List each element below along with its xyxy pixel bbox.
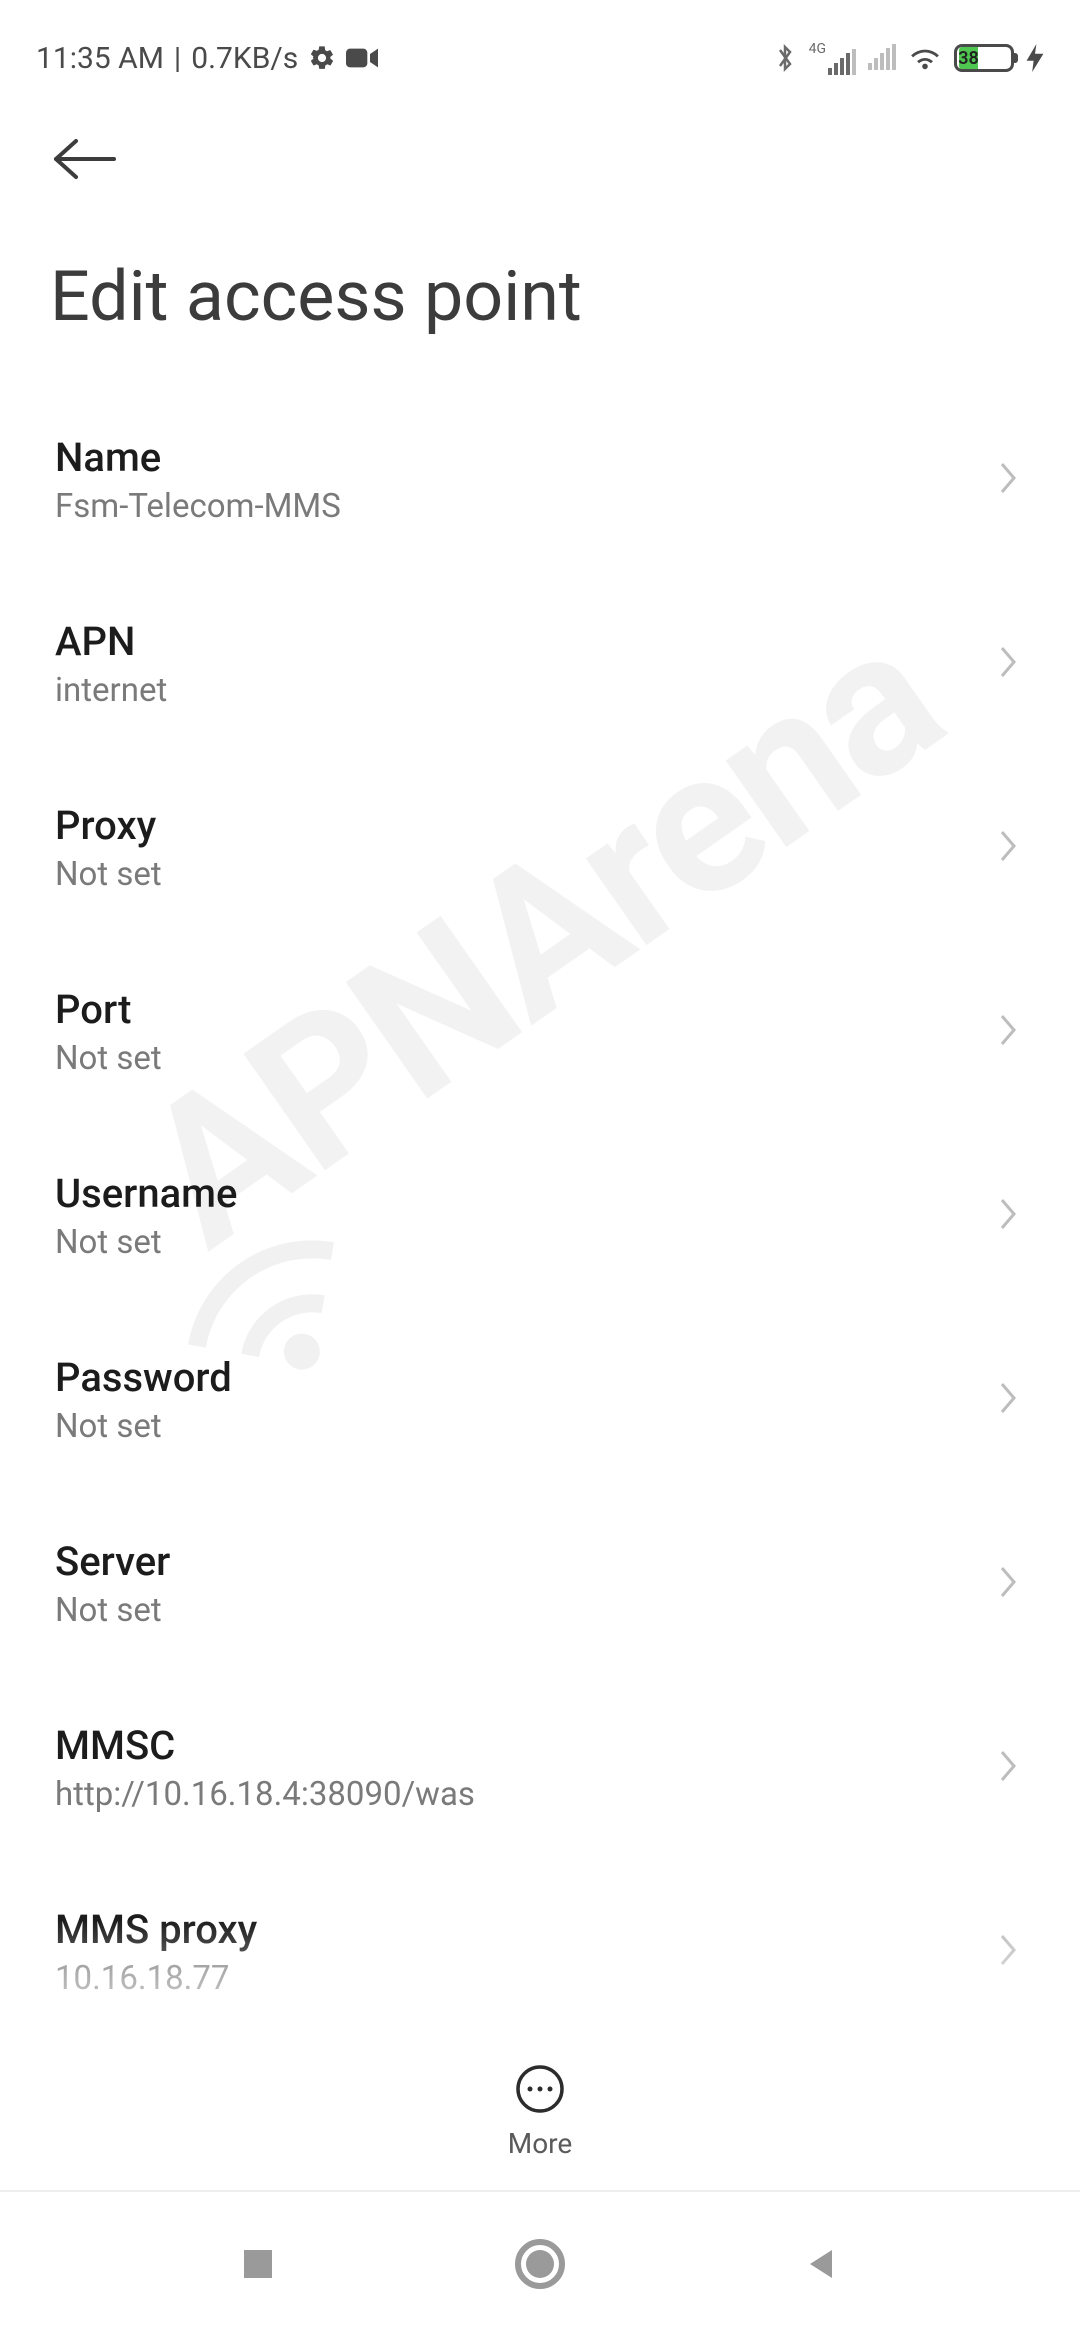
apn-settings-list: Name Fsm-Telecom-MMS APN internet Proxy … — [0, 348, 1080, 2044]
row-label: Username — [55, 1170, 237, 1217]
row-label: Port — [55, 986, 162, 1033]
chevron-right-icon — [996, 1930, 1020, 1974]
chevron-right-icon — [996, 1562, 1020, 1606]
nav-recent-apps-button[interactable] — [238, 2244, 278, 2288]
wifi-icon — [908, 44, 942, 72]
cellular-signal-2-icon — [868, 46, 896, 70]
header — [0, 96, 1080, 186]
chevron-right-icon — [996, 1010, 1020, 1054]
triangle-left-icon — [802, 2244, 842, 2284]
square-icon — [238, 2244, 278, 2284]
status-data-rate: 0.7KB/s — [191, 41, 298, 76]
row-value: Not set — [55, 1407, 232, 1446]
battery-icon: 38 — [954, 44, 1014, 72]
apn-field-apn[interactable]: APN internet — [0, 572, 1080, 756]
row-label: Server — [55, 1538, 170, 1585]
row-value: internet — [55, 671, 167, 710]
apn-field-proxy[interactable]: Proxy Not set — [0, 756, 1080, 940]
apn-field-username[interactable]: Username Not set — [0, 1124, 1080, 1308]
circle-icon — [514, 2238, 566, 2290]
row-value: Not set — [55, 1039, 162, 1078]
apn-field-server[interactable]: Server Not set — [0, 1492, 1080, 1676]
chevron-right-icon — [996, 1378, 1020, 1422]
apn-field-mms-proxy[interactable]: MMS proxy 10.16.18.77 — [0, 1860, 1080, 2044]
apn-field-password[interactable]: Password Not set — [0, 1308, 1080, 1492]
arrow-left-icon — [50, 136, 120, 182]
row-value: 10.16.18.77 — [55, 1959, 257, 1998]
status-divider: | — [174, 41, 181, 76]
status-bar-right: 4G 38 — [773, 41, 1044, 75]
chevron-right-icon — [996, 458, 1020, 502]
more-button[interactable]: More — [0, 2063, 1080, 2160]
back-button[interactable] — [50, 136, 1030, 186]
row-label: MMSC — [55, 1722, 475, 1769]
status-bar-left: 11:35 AM | 0.7KB/s — [36, 41, 378, 76]
row-value: Not set — [55, 855, 162, 894]
apn-field-mmsc[interactable]: MMSC http://10.16.18.4:38090/was — [0, 1676, 1080, 1860]
navigation-bar — [0, 2190, 1080, 2340]
chevron-right-icon — [996, 1746, 1020, 1790]
row-value: Not set — [55, 1223, 237, 1262]
row-label: Name — [55, 434, 341, 481]
cellular-signal-1-icon: 4G — [809, 41, 856, 75]
nav-home-button[interactable] — [514, 2238, 566, 2294]
settings-icon — [308, 44, 336, 72]
chevron-right-icon — [996, 642, 1020, 686]
row-value: http://10.16.18.4:38090/was — [55, 1775, 475, 1814]
video-icon — [346, 46, 378, 70]
chevron-right-icon — [996, 1194, 1020, 1238]
row-label: Password — [55, 1354, 232, 1401]
chevron-right-icon — [996, 826, 1020, 870]
status-time: 11:35 AM — [36, 41, 164, 76]
row-value: Not set — [55, 1591, 170, 1630]
more-icon — [514, 2063, 566, 2119]
row-label: Proxy — [55, 802, 162, 849]
charging-bolt-icon — [1026, 44, 1044, 72]
page-title: Edit access point — [0, 186, 1080, 348]
row-value: Fsm-Telecom-MMS — [55, 487, 341, 526]
more-label: More — [508, 2127, 573, 2160]
bluetooth-icon — [773, 42, 797, 74]
row-label: APN — [55, 618, 167, 665]
row-label: MMS proxy — [55, 1906, 257, 1953]
nav-back-button[interactable] — [802, 2244, 842, 2288]
apn-field-name[interactable]: Name Fsm-Telecom-MMS — [0, 388, 1080, 572]
apn-field-port[interactable]: Port Not set — [0, 940, 1080, 1124]
status-bar: 11:35 AM | 0.7KB/s 4G 38 — [0, 0, 1080, 96]
